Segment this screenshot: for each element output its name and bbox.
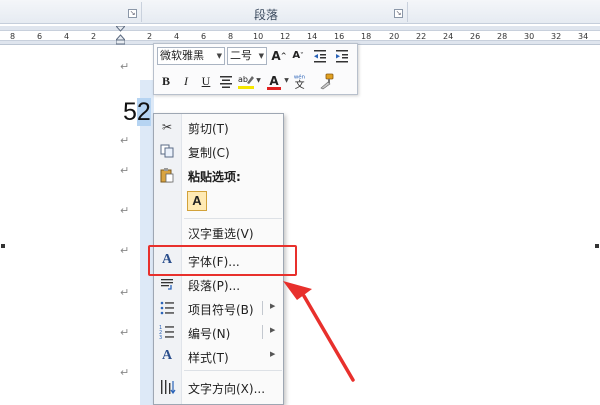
annotation-arrow-icon [283,281,355,382]
